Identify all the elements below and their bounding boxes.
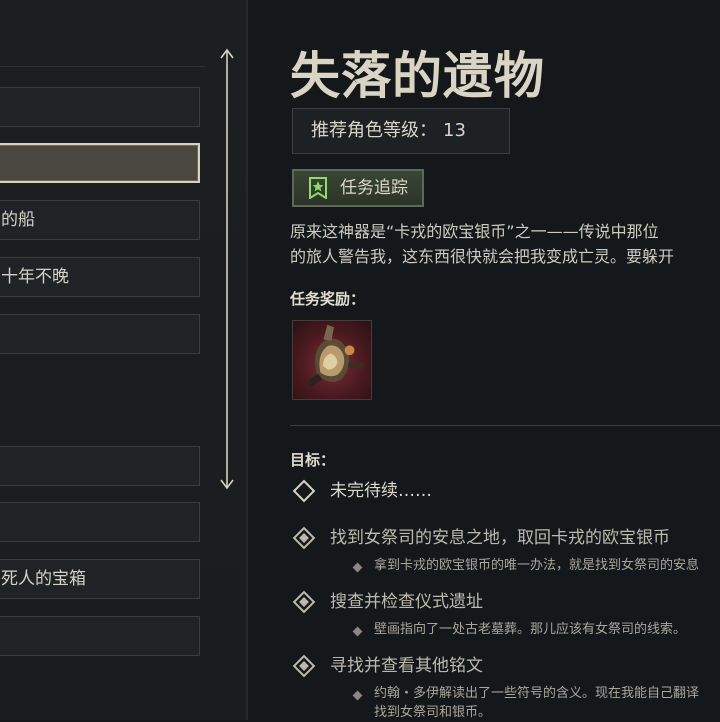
- description-line-2: 的旅人警告我，这东西很快就会把我变成亡灵。要躲开: [290, 247, 675, 266]
- quest-list-item[interactable]: [0, 87, 200, 127]
- objective-text: 未完待续……: [330, 481, 432, 501]
- quest-list-item-label: 十年不晚: [1, 267, 69, 287]
- scrollbar-icon[interactable]: [218, 46, 236, 492]
- quest-list-item[interactable]: [0, 314, 200, 354]
- track-quest-button[interactable]: 任务追踪: [292, 169, 424, 207]
- quest-title: 失落的遗物: [290, 47, 545, 105]
- list-header-line: [0, 66, 205, 67]
- quest-list-panel: 的船 十年不晚 死人的宝箱: [0, 0, 248, 720]
- quest-list-item-selected[interactable]: [0, 143, 200, 183]
- objective-subtext: 约翰・多伊解读出了一些符号的含义。现在我能自己翻译 找到女祭司和银币。: [374, 686, 700, 720]
- track-button-label: 任务追踪: [340, 178, 408, 198]
- rewards-label: 任务奖励：: [290, 290, 366, 308]
- objective-text: 找到女祭司的安息之地，取回卡戎的欧宝银币: [330, 528, 670, 548]
- objective-text: 搜查并检查仪式遗址: [330, 592, 483, 612]
- quest-list-item[interactable]: 十年不晚: [0, 257, 200, 297]
- sub-bullet-icon: [352, 626, 363, 637]
- quest-description: 原来这神器是“卡戎的欧宝银币”之一——传说中那位 的旅人警告我，这东西很快就会把…: [290, 219, 720, 269]
- description-line-1: 原来这神器是“卡戎的欧宝银币”之一——传说中那位: [290, 222, 659, 241]
- quest-list-item-label: 死人的宝箱: [1, 569, 86, 589]
- bookmark-star-icon: [309, 177, 327, 199]
- quest-list-item[interactable]: [0, 446, 200, 486]
- quest-list-item-label: 的船: [1, 210, 35, 230]
- objective-text: 寻找并查看其他铭文: [330, 656, 483, 676]
- objective-subtext: 拿到卡戎的欧宝银币的唯一办法，就是找到女祭司的安息: [374, 558, 700, 573]
- quest-list-item[interactable]: [0, 502, 200, 542]
- objective-diamond-icon: [292, 479, 316, 503]
- panel-divider: [246, 0, 248, 720]
- objective-complete-diamond-icon: [292, 526, 316, 550]
- level-label: 推荐角色等级：: [311, 120, 437, 141]
- objective-complete-diamond-icon: [292, 590, 316, 614]
- sub-bullet-icon: [352, 562, 363, 573]
- quest-list-item[interactable]: [0, 616, 200, 656]
- coin-relic-icon: [306, 324, 364, 388]
- quest-list-item[interactable]: 死人的宝箱: [0, 559, 200, 599]
- objectives-label: 目标：: [290, 451, 336, 469]
- quest-detail-panel: 失落的遗物 推荐角色等级： 13 任务追踪 原来这神器是“卡戎的欧宝银币”之一——…: [290, 0, 720, 720]
- reward-item[interactable]: [292, 320, 372, 400]
- section-divider: [290, 425, 720, 426]
- level-value: 13: [443, 120, 466, 141]
- quest-list-item[interactable]: 的船: [0, 200, 200, 240]
- objective-complete-diamond-icon: [292, 654, 316, 678]
- recommended-level-box: 推荐角色等级： 13: [292, 108, 510, 154]
- objective-subtext: 壁画指向了一处古老墓葬。那儿应该有女祭司的线索。: [374, 622, 687, 637]
- sub-bullet-icon: [352, 690, 363, 701]
